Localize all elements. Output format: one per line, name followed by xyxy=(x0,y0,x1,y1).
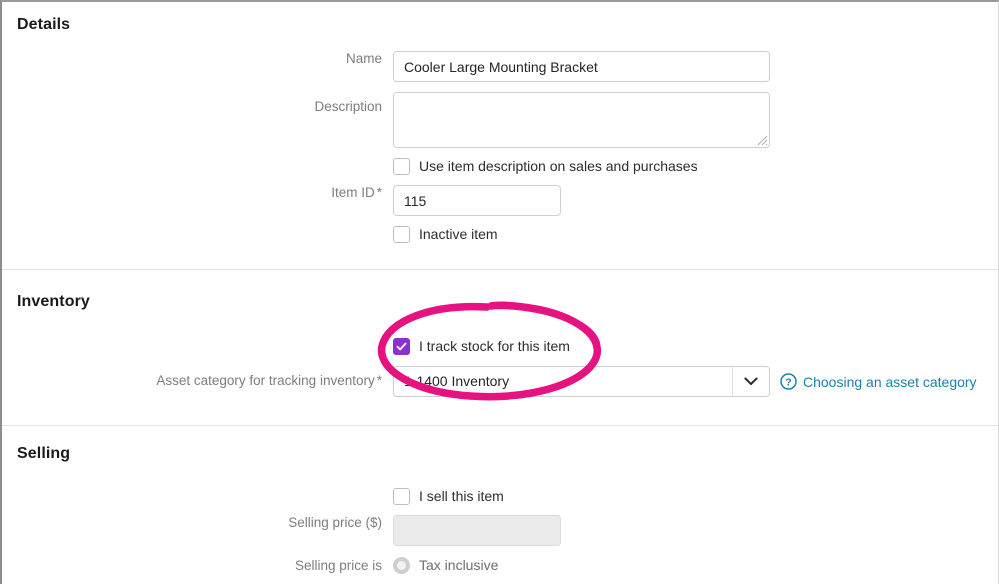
selling-price-input[interactable] xyxy=(393,515,561,546)
selling-price-label: Selling price ($) xyxy=(288,515,382,530)
use-description-checkbox[interactable] xyxy=(393,158,410,175)
tax-inclusive-radio-group[interactable]: Tax inclusive xyxy=(393,557,998,574)
tax-inclusive-label: Tax inclusive xyxy=(419,557,499,573)
item-id-label: Item ID * xyxy=(2,185,393,201)
asset-category-row: Asset category for tracking inventory * 1… xyxy=(2,366,998,425)
name-control xyxy=(393,51,998,82)
inactive-item-checkbox[interactable] xyxy=(393,226,410,243)
item-id-control xyxy=(393,185,998,216)
description-field-row: Description xyxy=(2,92,998,148)
tax-inclusive-radio[interactable] xyxy=(393,557,410,574)
asset-category-label-text: Asset category for tracking inventory xyxy=(156,373,375,388)
item-id-label-text: Item ID xyxy=(331,185,375,200)
asset-category-select[interactable]: 1-1400 Inventory xyxy=(393,366,770,397)
question-mark-circle-icon: ? xyxy=(780,373,797,390)
selling-price-is-row: Selling price is Tax inclusive xyxy=(2,557,998,575)
svg-text:?: ? xyxy=(785,376,791,388)
track-stock-row: I track stock for this item xyxy=(2,338,998,355)
selling-price-row: Selling price ($) xyxy=(2,515,998,546)
inactive-item-label: Inactive item xyxy=(419,226,498,242)
asset-category-label: Asset category for tracking inventory * xyxy=(2,366,393,389)
inventory-section-title: Inventory xyxy=(17,293,90,310)
description-label: Description xyxy=(314,99,382,114)
chevron-down-icon xyxy=(744,377,758,385)
description-textarea-wrap xyxy=(393,92,770,148)
item-id-field-row: Item ID * xyxy=(2,185,998,216)
asset-category-dropdown-toggle[interactable] xyxy=(732,367,769,396)
description-control xyxy=(393,92,998,148)
track-stock-checkbox[interactable] xyxy=(393,338,410,355)
asset-category-selected-value: 1-1400 Inventory xyxy=(404,373,510,389)
details-section-title: Details xyxy=(17,16,71,33)
choosing-asset-category-link[interactable]: ? Choosing an asset category xyxy=(780,373,977,390)
use-description-label: Use item description on sales and purcha… xyxy=(419,158,698,174)
selling-section: Selling I sell this item Selling price (… xyxy=(2,426,998,575)
selling-section-title: Selling xyxy=(17,445,71,462)
sell-item-checkbox[interactable] xyxy=(393,488,410,505)
details-section: Details Name Description xyxy=(2,2,998,269)
item-id-required-marker: * xyxy=(376,185,382,200)
track-stock-label: I track stock for this item xyxy=(419,338,570,354)
asset-category-required-marker: * xyxy=(376,373,382,388)
inactive-item-row: Inactive item xyxy=(2,226,998,269)
inventory-section: Inventory I track stock for this item As… xyxy=(2,270,998,425)
selling-price-control xyxy=(393,515,998,546)
description-textarea[interactable] xyxy=(393,92,770,148)
sell-item-checkbox-group[interactable]: I sell this item xyxy=(393,488,998,505)
asset-category-control: 1-1400 Inventory ? Choosing an asset cat… xyxy=(393,366,998,397)
track-stock-checkbox-group[interactable]: I track stock for this item xyxy=(393,338,998,355)
item-details-screen: Details Name Description xyxy=(0,0,999,584)
sell-item-row: I sell this item xyxy=(2,488,998,505)
use-description-checkbox-group[interactable]: Use item description on sales and purcha… xyxy=(393,158,998,175)
choosing-asset-category-link-label: Choosing an asset category xyxy=(803,373,977,390)
check-icon xyxy=(396,342,407,351)
use-description-row: Use item description on sales and purcha… xyxy=(2,158,998,175)
name-label: Name xyxy=(345,51,382,66)
inactive-item-checkbox-group[interactable]: Inactive item xyxy=(393,226,998,243)
name-field-row: Name xyxy=(2,51,998,82)
selling-price-is-label: Selling price is xyxy=(294,558,382,573)
sell-item-label: I sell this item xyxy=(419,488,504,504)
item-id-input[interactable] xyxy=(393,185,561,216)
name-input[interactable] xyxy=(393,51,770,82)
radio-inner-dot xyxy=(397,561,406,570)
